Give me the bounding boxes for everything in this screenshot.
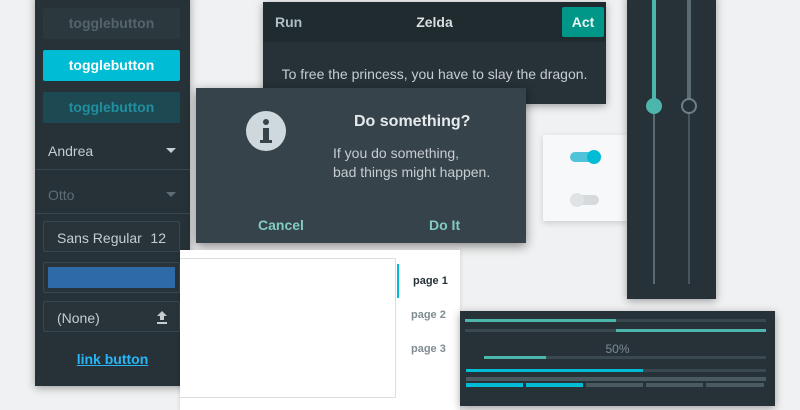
switch-knob	[570, 193, 584, 207]
progress-label: 50%	[605, 342, 630, 356]
tab-page-3[interactable]: page 3	[397, 332, 460, 366]
progress-fill	[465, 319, 616, 322]
link-button[interactable]: link button	[35, 351, 190, 367]
level-block-empty	[646, 383, 703, 387]
dialog-message-line: bad things might happen.	[333, 164, 491, 180]
progress-bar-activity	[465, 329, 766, 332]
combo-value: Otto	[48, 187, 75, 203]
tab-page-1[interactable]: page 1	[397, 264, 460, 298]
switch-card	[543, 135, 627, 221]
notebook: page 1 page 2 page 3	[180, 250, 460, 410]
level-bar-track	[466, 377, 766, 381]
scale-fill	[652, 0, 656, 106]
progress-bar-labeled	[484, 356, 766, 359]
switch-on[interactable]	[570, 150, 601, 164]
level-block-filled	[526, 383, 583, 387]
scale-trough	[688, 106, 690, 284]
font-size: 12	[150, 230, 166, 246]
vertical-scale-inactive[interactable]	[681, 0, 697, 284]
color-button[interactable]	[43, 262, 180, 293]
notebook-page	[180, 258, 396, 398]
scale-panel	[627, 0, 716, 299]
progress-panel: 50%	[460, 311, 775, 406]
font-name: Sans Regular	[57, 230, 142, 246]
do-it-button[interactable]: Do It	[429, 217, 460, 233]
switch-off[interactable]	[570, 193, 601, 207]
scale-fill	[687, 0, 691, 106]
tab-page-2[interactable]: page 2	[397, 298, 460, 332]
file-chooser-button[interactable]: (None)	[43, 301, 180, 332]
combo-box-otto-disabled: Otto	[35, 175, 190, 214]
switch-knob	[587, 150, 601, 164]
message-dialog: Do something? If you do something, bad t…	[196, 88, 526, 243]
level-bar	[466, 383, 766, 387]
level-block-filled	[466, 383, 523, 387]
togglebutton-insensitive: togglebutton	[43, 8, 180, 39]
chevron-down-icon	[166, 148, 176, 153]
act-button[interactable]: Act	[562, 7, 604, 37]
dialog-title: Do something?	[354, 113, 471, 130]
level-block-empty	[706, 383, 764, 387]
header-bar: Run Zelda Act	[263, 2, 606, 42]
font-button[interactable]: Sans Regular 12	[43, 221, 180, 252]
togglebutton-inactive[interactable]: togglebutton	[43, 92, 180, 123]
info-icon	[246, 111, 286, 151]
togglebutton-active[interactable]: togglebutton	[43, 50, 180, 81]
widget-column: togglebutton togglebutton togglebutton A…	[35, 0, 190, 386]
color-swatch	[48, 267, 175, 288]
chevron-down-icon	[166, 192, 176, 197]
level-block-empty	[586, 383, 643, 387]
file-chooser-label: (None)	[57, 310, 100, 326]
dialog-message: If you do something, bad things might ha…	[333, 144, 490, 182]
progress-fill	[466, 369, 643, 372]
progress-bar-accent	[466, 369, 766, 372]
window-title: Zelda	[416, 14, 453, 30]
scale-trough	[653, 106, 655, 284]
cancel-button[interactable]: Cancel	[258, 217, 304, 233]
progress-bar-top	[465, 319, 766, 322]
dialog-message-line: If you do something,	[333, 145, 460, 161]
combo-value: Andrea	[48, 143, 94, 159]
vertical-scale-active[interactable]	[646, 0, 662, 284]
progress-fill	[484, 356, 547, 359]
progress-fill	[615, 329, 766, 332]
scale-slider[interactable]	[681, 98, 697, 114]
upload-icon	[157, 311, 167, 324]
window-body-text: To free the princess, you have to slay t…	[281, 66, 588, 82]
scale-slider[interactable]	[646, 98, 662, 114]
combo-box-andrea[interactable]: Andrea	[35, 131, 190, 170]
